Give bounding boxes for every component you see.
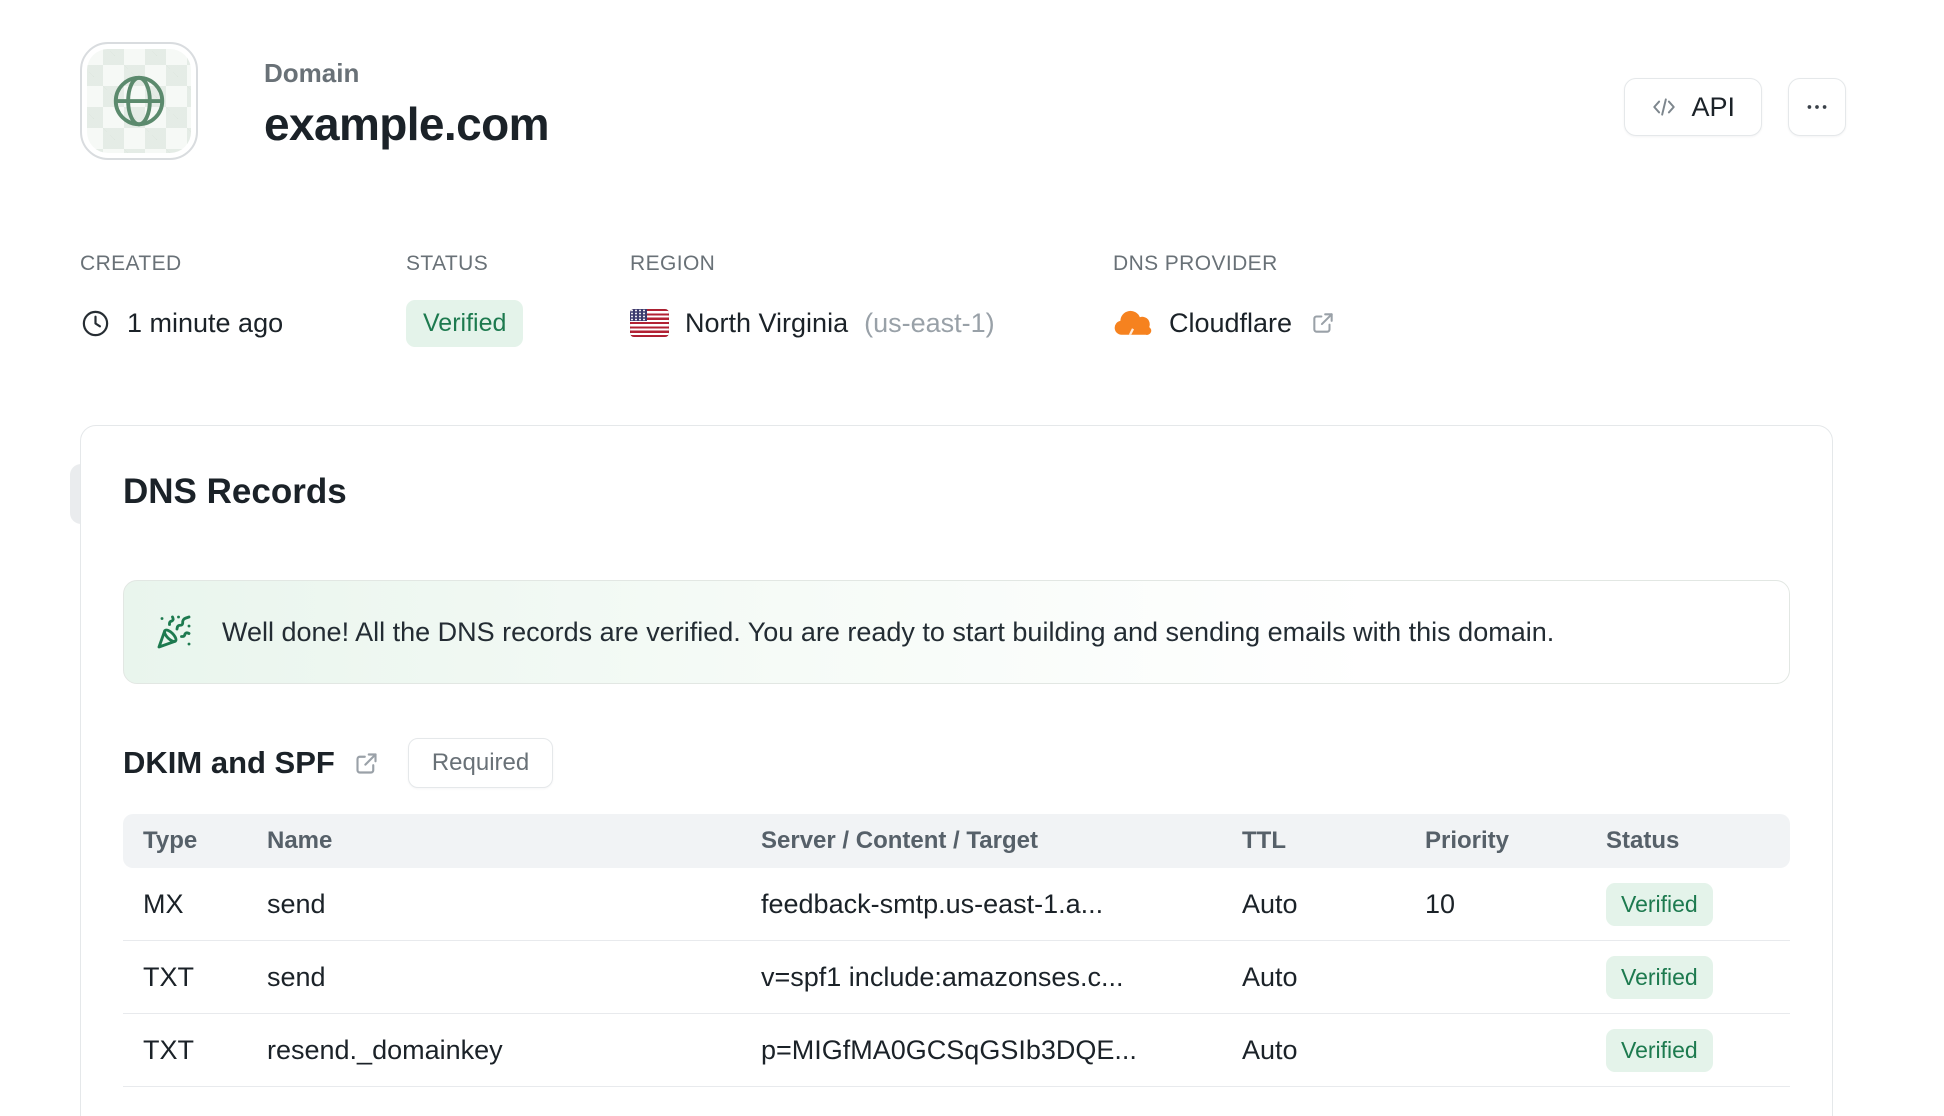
col-name: Name: [267, 827, 333, 854]
cell-type: TXT: [143, 961, 194, 992]
table-row: MX send feedback-smtp.us-east-1.a... Aut…: [123, 868, 1790, 941]
table-row: TXT resend._domainkey p=MIGfMA0GCSqGSIb3…: [123, 1014, 1790, 1087]
region-code: (us-east-1): [864, 307, 995, 338]
status-badge: Verified: [406, 299, 524, 347]
cell-type: MX: [143, 888, 184, 919]
title-block: Domain example.com: [264, 42, 549, 151]
cell-ttl: Auto: [1242, 961, 1298, 992]
success-banner: Well done! All the DNS records are verif…: [123, 580, 1790, 684]
cell-ttl: Auto: [1242, 888, 1298, 919]
cell-ttl: Auto: [1242, 1034, 1298, 1065]
verified-badge: Verified: [1606, 882, 1713, 926]
meta-status: STATUS Verified: [406, 252, 524, 347]
globe-icon: [113, 75, 165, 127]
verified-badge: Verified: [1606, 955, 1713, 999]
col-content: Server / Content / Target: [761, 827, 1038, 854]
dns-provider-label: DNS PROVIDER: [1113, 252, 1278, 275]
meta-created: CREATED 1 minute ago: [80, 252, 283, 346]
domain-detail-page: Domain example.com API CREATED 1 minute …: [0, 0, 1944, 1116]
dns-records-card: DNS Records Well done! All the DNS recor…: [80, 425, 1833, 1116]
us-flag-icon: [630, 309, 669, 337]
external-link-icon[interactable]: [353, 750, 380, 777]
api-button[interactable]: API: [1624, 78, 1762, 136]
col-type: Type: [143, 827, 198, 854]
cell-priority: 10: [1425, 888, 1456, 919]
more-button[interactable]: [1788, 78, 1846, 136]
domain-meta: CREATED 1 minute ago STATUS Verified REG…: [80, 252, 1864, 347]
meta-dns-provider: DNS PROVIDER Cloudflare: [1113, 252, 1336, 346]
page-title: example.com: [264, 98, 549, 150]
dns-provider-value: Cloudflare: [1169, 307, 1293, 338]
cell-type: TXT: [143, 1034, 194, 1065]
cell-content: feedback-smtp.us-east-1.a...: [761, 888, 1104, 919]
cloudflare-cloud-icon: [1114, 310, 1152, 335]
cell-content: p=MIGfMA0GCSqGSIb3DQE...: [761, 1034, 1137, 1065]
page-header: Domain example.com API: [80, 42, 1846, 160]
status-label: STATUS: [406, 252, 489, 275]
created-label: CREATED: [80, 252, 182, 275]
col-ttl: TTL: [1242, 827, 1286, 854]
meta-region: REGION North Virginia (us-east-1): [630, 252, 995, 346]
table-header-row: Type Name Server / Content / Target TTL …: [123, 814, 1790, 868]
cell-name: resend._domainkey: [267, 1034, 503, 1065]
cell-name: send: [267, 961, 326, 992]
cell-content: v=spf1 include:amazonses.c...: [761, 961, 1124, 992]
dns-records-title: DNS Records: [123, 472, 347, 511]
api-button-label: API: [1691, 91, 1735, 122]
dkim-spf-section-header: DKIM and SPF Required: [123, 738, 1790, 788]
header-actions: API: [1624, 42, 1846, 136]
table-row: TXT send v=spf1 include:amazonses.c... A…: [123, 941, 1790, 1014]
page-kicker: Domain: [264, 58, 360, 88]
party-popper-icon: [157, 615, 191, 649]
code-icon: [1653, 98, 1676, 116]
banner-message: Well done! All the DNS records are verif…: [222, 616, 1555, 647]
created-value: 1 minute ago: [127, 307, 284, 338]
col-status: Status: [1606, 827, 1680, 854]
required-badge: Required: [407, 738, 554, 788]
domain-avatar: [80, 42, 198, 160]
clock-icon: [82, 310, 109, 336]
verified-badge: Verified: [1606, 1028, 1713, 1072]
region-label: REGION: [630, 252, 716, 275]
dkim-spf-title: DKIM and SPF: [123, 745, 335, 780]
cell-name: send: [267, 888, 326, 919]
col-priority: Priority: [1425, 827, 1510, 854]
dns-records-table: Type Name Server / Content / Target TTL …: [123, 814, 1790, 1087]
external-link-icon[interactable]: [1310, 310, 1336, 336]
ellipsis-icon: [1807, 105, 1827, 109]
region-value: North Virginia: [685, 307, 849, 338]
